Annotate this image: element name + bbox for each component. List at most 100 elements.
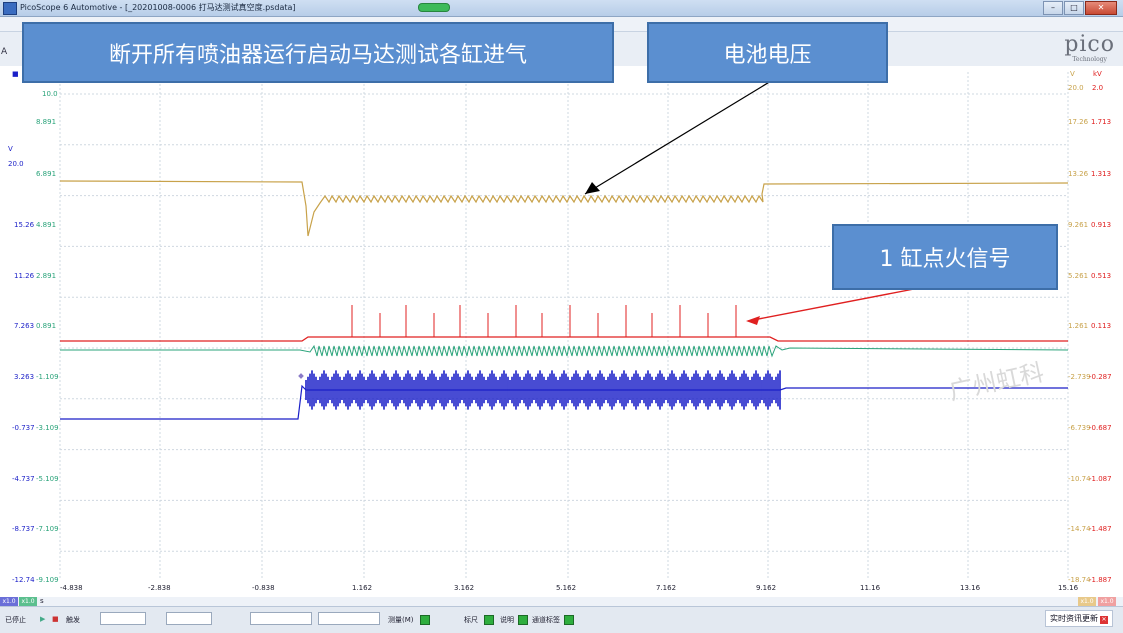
left-inner-label: -7.109	[36, 525, 59, 533]
title-bar: PicoScope 6 Automotive - [_20201008-0006…	[0, 0, 1123, 17]
left-outer-label: -0.737	[12, 424, 35, 432]
right-v-label: -18.74	[1068, 576, 1091, 584]
logo-mark: pico	[1064, 32, 1115, 57]
status-bar: 已停止 ▶ ■ 触发 测量(M) 标尺 说明 通道标签 实时资讯更新 ✕	[0, 606, 1123, 633]
left-outer-label: 3.263	[14, 373, 35, 381]
left-outer-label: -12.74	[12, 576, 35, 584]
play-icon[interactable]: ▶	[40, 615, 45, 623]
callout-intake-test: 断开所有喷油器运行启动马达测试各缸进气	[22, 22, 614, 83]
status-pill	[418, 3, 450, 12]
news-label: 实时资讯更新	[1050, 614, 1098, 623]
x-unit: s	[40, 597, 44, 605]
channel-tag-b[interactable]: x1.0	[19, 597, 37, 606]
x-tick-label: 11.16	[860, 584, 881, 592]
left-outer-label: -4.737	[12, 475, 35, 483]
left-inner-label: 0.891	[36, 322, 57, 330]
trigger-delay-field[interactable]	[318, 612, 380, 625]
arrow-battery-head	[585, 182, 600, 194]
scope-svg	[59, 72, 1069, 580]
right-kv-label: -1.887	[1089, 576, 1112, 584]
rulers-label: 标尺	[464, 616, 478, 624]
right-kv-unit: kV	[1093, 70, 1102, 78]
right-kv-label: 1.313	[1091, 170, 1112, 178]
callout-battery-voltage: 电池电压	[647, 22, 888, 83]
right-v-label: 9.261	[1068, 221, 1089, 229]
rulers-toggle-icon[interactable]	[484, 615, 497, 626]
right-v-label: 13.26	[1068, 170, 1089, 178]
stop-icon[interactable]: ■	[52, 615, 59, 623]
right-kv-label: 0.113	[1091, 322, 1112, 330]
channel-tag-c[interactable]: x1.0	[1078, 597, 1096, 606]
right-kv-label: 0.513	[1091, 272, 1112, 280]
trigger-source-select[interactable]	[166, 612, 212, 625]
x-tick-label: 9.162	[756, 584, 777, 592]
x-tick-label: 5.162	[556, 584, 577, 592]
grid	[59, 72, 1069, 580]
x-tick-label: 7.162	[656, 584, 677, 592]
x-tick-label: 1.162	[352, 584, 373, 592]
left-inner-label: 10.0	[42, 90, 58, 98]
pico-logo: pico Technology	[1064, 32, 1115, 64]
channel-tag-a[interactable]: x1.0	[0, 597, 18, 606]
trigger-marker-icon	[298, 373, 304, 379]
left-outer-label: 20.0	[8, 160, 24, 168]
x-tick-label: 13.16	[960, 584, 981, 592]
channel-labels-toggle-icon[interactable]	[564, 615, 577, 626]
right-kv-label: 2.0	[1092, 84, 1104, 92]
news-close-icon[interactable]: ✕	[1100, 616, 1108, 624]
stopped-label: 已停止	[5, 616, 26, 624]
window-controls: – □ ✕	[1042, 1, 1117, 15]
left-outer-label: 11.26	[14, 272, 35, 280]
notes-toggle-icon[interactable]	[518, 615, 531, 626]
right-v-label: -10.74	[1068, 475, 1091, 483]
channel-labels-label: 通道标签	[532, 616, 560, 624]
measurements-label: 测量(M)	[388, 616, 414, 624]
right-kv-label: -1.087	[1089, 475, 1112, 483]
left-marker-a: ■	[12, 70, 19, 78]
minimize-icon[interactable]: –	[1043, 1, 1063, 15]
left-inner-label: 4.891	[36, 221, 57, 229]
scope-view[interactable]: 广州虹科	[0, 66, 1123, 597]
x-tick-label: 15.16	[1058, 584, 1079, 592]
window-title: PicoScope 6 Automotive - [_20201008-0006…	[20, 3, 296, 12]
channel-tag-d[interactable]: x1.0	[1098, 597, 1116, 606]
right-kv-label: -1.487	[1089, 525, 1112, 533]
left-inner-label: -3.109	[36, 424, 59, 432]
left-inner-label: 6.891	[36, 170, 57, 178]
measurement-add-icon[interactable]	[420, 615, 433, 626]
close-icon[interactable]: ✕	[1085, 1, 1117, 15]
maximize-icon[interactable]: □	[1064, 1, 1084, 15]
trigger-mode-select[interactable]	[100, 612, 146, 625]
right-v-label: 5.261	[1068, 272, 1089, 280]
left-inner-label: 2.891	[36, 272, 57, 280]
callout-ignition-signal: 1 缸点火信号	[832, 224, 1058, 290]
right-kv-label: -0.687	[1089, 424, 1112, 432]
measurements-button[interactable]: 测量(M)	[388, 615, 414, 625]
left-inner-label: -1.109	[36, 373, 59, 381]
left-outer-label: -8.737	[12, 525, 35, 533]
left-inner-label: 8.891	[36, 118, 57, 126]
logo-sub: Technology	[1072, 56, 1107, 63]
right-v-label: -2.739	[1068, 373, 1091, 381]
right-v-label: 20.0	[1068, 84, 1084, 92]
left-outer-label: 7.263	[14, 322, 35, 330]
arrow-battery	[584, 77, 777, 195]
app-icon	[3, 2, 17, 15]
left-outer-unit: V	[8, 145, 13, 153]
notes-label: 说明	[500, 616, 514, 624]
channel-strip	[0, 597, 1123, 606]
news-badge[interactable]: 实时资讯更新 ✕	[1045, 610, 1113, 627]
right-kv-label: 0.913	[1091, 221, 1112, 229]
right-v-label: 17.26	[1068, 118, 1089, 126]
right-kv-label: 1.713	[1091, 118, 1112, 126]
left-inner-label: -5.109	[36, 475, 59, 483]
x-tick-label: -2.838	[148, 584, 171, 592]
x-tick-label: -4.838	[60, 584, 83, 592]
left-outer-label: 15.26	[14, 221, 35, 229]
ignition-baseline	[60, 336, 1068, 342]
x-tick-label: -0.838	[252, 584, 275, 592]
trigger-label: 触发	[66, 616, 80, 624]
trigger-level-field[interactable]	[250, 612, 312, 625]
right-v-label: -14.74	[1068, 525, 1091, 533]
right-v-label: -6.739	[1068, 424, 1091, 432]
